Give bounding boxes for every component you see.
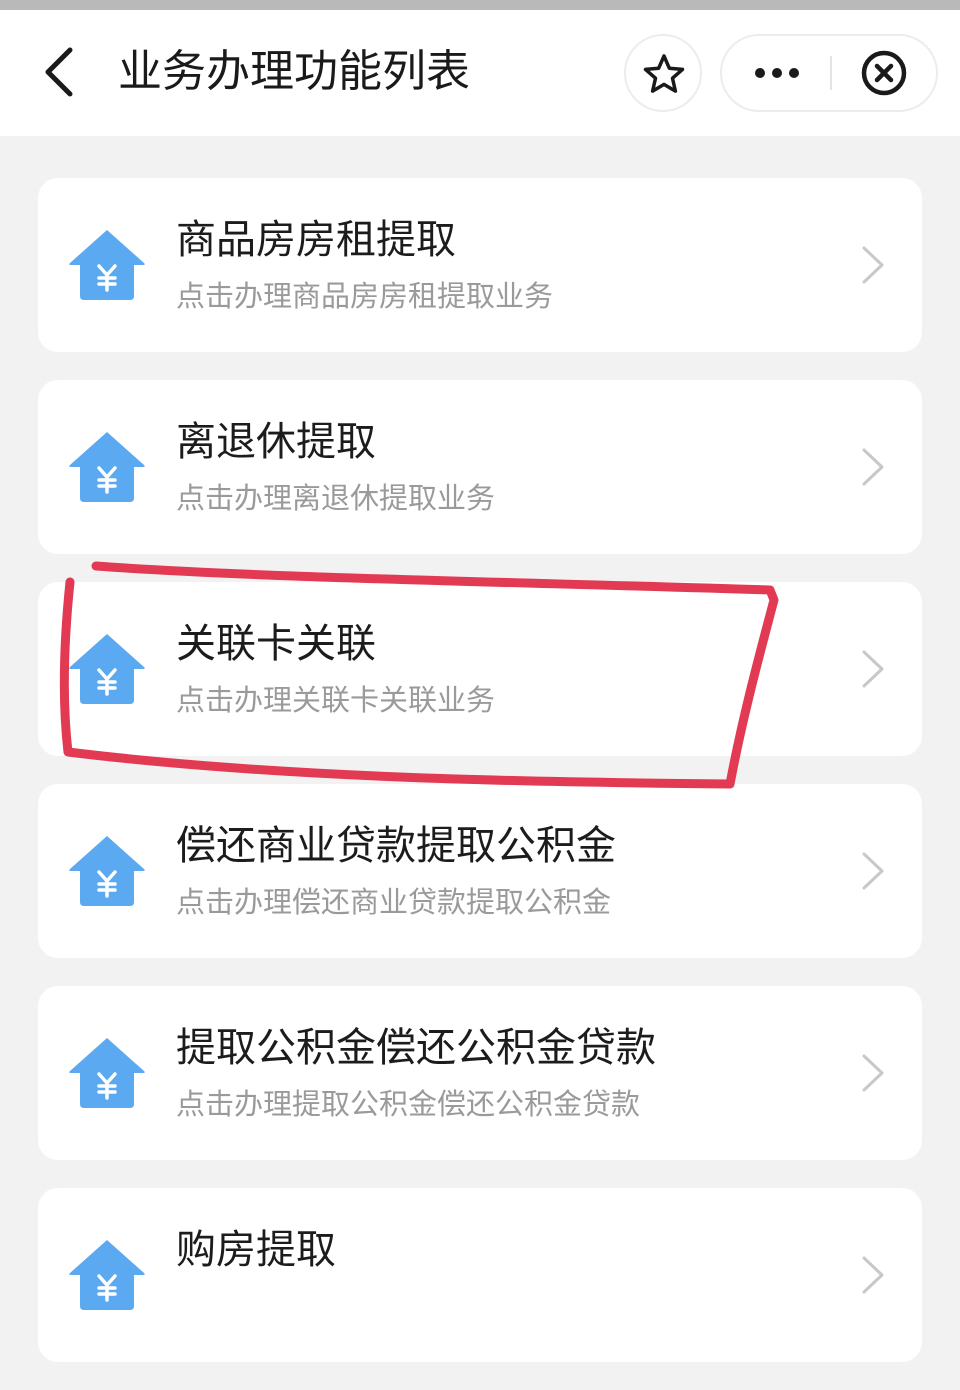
- chevron-right-icon: [862, 448, 884, 486]
- list-item[interactable]: 离退休提取 点击办理离退休提取业务: [38, 380, 922, 554]
- item-description: 点击办理离退休提取业务: [176, 481, 496, 515]
- business-list: 商品房房租提取 点击办理商品房房租提取业务 离退休提取 点击办理离退休提取业务 …: [38, 178, 922, 1390]
- list-item[interactable]: 提取公积金偿还公积金贷款 点击办理提取公积金偿还公积金贷款: [38, 986, 922, 1160]
- chevron-right-icon: [862, 852, 884, 890]
- chevron-right-icon: [862, 1256, 884, 1294]
- item-title: 关联卡关联: [176, 621, 376, 667]
- more-dots-icon: [755, 68, 799, 78]
- item-description: 点击办理提取公积金偿还公积金贷款: [176, 1087, 641, 1121]
- item-description: 点击办理关联卡关联业务: [176, 683, 496, 717]
- item-title: 提取公积金偿还公积金贷款: [176, 1025, 656, 1071]
- chevron-right-icon: [862, 246, 884, 284]
- close-circle-icon: [861, 50, 907, 96]
- favorite-button[interactable]: [624, 34, 702, 112]
- item-title: 购房提取: [176, 1227, 336, 1273]
- page-title: 业务办理功能列表: [118, 46, 470, 97]
- star-icon: [643, 54, 685, 93]
- list-item[interactable]: 偿还商业贷款提取公积金 点击办理偿还商业贷款提取公积金: [38, 784, 922, 958]
- house-yuan-icon: [69, 432, 145, 502]
- item-title: 离退休提取: [176, 419, 376, 465]
- chevron-left-icon: [45, 47, 73, 97]
- nav-bar: 业务办理功能列表: [0, 10, 960, 136]
- house-yuan-icon: [69, 1038, 145, 1108]
- house-yuan-icon: [69, 634, 145, 704]
- item-title: 偿还商业贷款提取公积金: [176, 823, 616, 869]
- chevron-right-icon: [862, 650, 884, 688]
- list-item[interactable]: 商品房房租提取 点击办理商品房房租提取业务: [38, 178, 922, 352]
- chevron-right-icon: [862, 1054, 884, 1092]
- list-item[interactable]: 关联卡关联 点击办理关联卡关联业务: [38, 582, 922, 756]
- back-button[interactable]: [30, 34, 86, 110]
- menu-capsule: [720, 34, 938, 112]
- house-yuan-icon: [69, 230, 145, 300]
- item-description: 点击办理商品房房租提取业务: [176, 279, 554, 313]
- more-button[interactable]: [722, 36, 830, 110]
- house-yuan-icon: [69, 1240, 145, 1310]
- item-title: 商品房房租提取: [176, 217, 456, 263]
- close-button[interactable]: [832, 36, 936, 110]
- list-item[interactable]: 购房提取: [38, 1188, 922, 1362]
- house-yuan-icon: [69, 836, 145, 906]
- item-description: 点击办理偿还商业贷款提取公积金: [176, 885, 612, 919]
- status-strip: [0, 0, 960, 10]
